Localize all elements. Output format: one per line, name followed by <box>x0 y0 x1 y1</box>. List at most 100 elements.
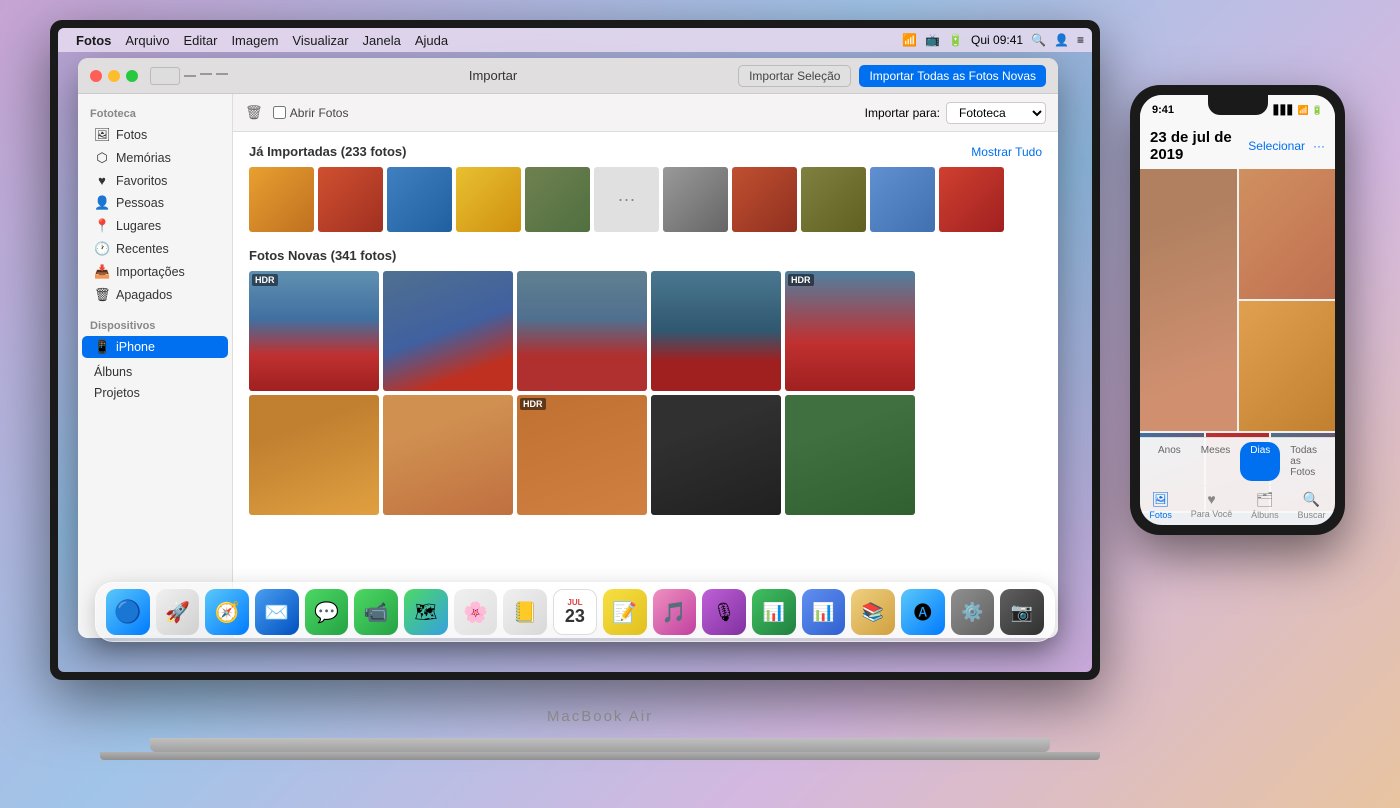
dock-calendar[interactable]: JUL 23 <box>553 589 597 635</box>
close-button[interactable] <box>90 70 102 82</box>
new-photo-3[interactable] <box>517 271 647 391</box>
menu-janela[interactable]: Janela <box>363 33 401 48</box>
iphone-select-button[interactable]: Selecionar <box>1248 139 1305 153</box>
new-photo-5[interactable]: HDR <box>785 271 915 391</box>
dock-ibooks[interactable]: 📚 <box>851 589 895 635</box>
sidebar-item-importacoes[interactable]: 📥 Importações <box>82 261 228 283</box>
new-photo-4[interactable] <box>651 271 781 391</box>
photo-thumb-8[interactable] <box>801 167 866 232</box>
menu-app-name[interactable]: Fotos <box>76 33 111 48</box>
sidebar-item-projetos[interactable]: Projetos <box>82 383 228 403</box>
dock-notes[interactable]: 📝 <box>603 589 647 635</box>
iphone-tab-albuns[interactable]: 🗂 Álbuns <box>1251 491 1279 520</box>
photo-thumb-7[interactable] <box>732 167 797 232</box>
new-photo-10[interactable] <box>785 395 915 515</box>
menu-visualizar[interactable]: Visualizar <box>292 33 348 48</box>
dock-safari[interactable]: 🧭 <box>205 589 249 635</box>
iphone-tab-fotos[interactable]: 🖼 Fotos <box>1149 491 1172 520</box>
import-all-button[interactable]: Importar Todas as Fotos Novas <box>859 65 1046 87</box>
sidebar-item-pessoas[interactable]: 👤 Pessoas <box>82 192 228 214</box>
photo-thumb-5[interactable] <box>525 167 590 232</box>
dock-photos[interactable]: 🌸 <box>454 589 498 635</box>
iphone-sidebar-icon: 📱 <box>94 339 110 355</box>
window-title: Importar <box>248 68 738 83</box>
menu-editar[interactable]: Editar <box>183 33 217 48</box>
photo-thumb-4[interactable] <box>456 167 521 232</box>
sidebar-item-apagados[interactable]: 🗑 Apagados <box>82 284 228 306</box>
sidebar-item-recentes[interactable]: 🕐 Recentes <box>82 238 228 260</box>
trash-icon[interactable]: 🗑 <box>245 104 263 121</box>
iphone-header-actions: Selecionar ··· <box>1248 139 1325 153</box>
sidebar-item-iphone[interactable]: 📱 iPhone <box>82 336 228 358</box>
iphone-tab-paravoc-label: Para Você <box>1191 509 1233 519</box>
hdr-badge-8: HDR <box>520 398 546 410</box>
dock-messages[interactable]: 💬 <box>305 589 349 635</box>
pessoas-icon: 👤 <box>94 195 110 211</box>
open-photos-check[interactable]: Abrir Fotos <box>273 106 349 120</box>
sidebar-item-favoritos[interactable]: ♥ Favoritos <box>82 170 228 191</box>
open-photos-checkbox[interactable] <box>273 106 286 119</box>
show-all-link[interactable]: Mostrar Tudo <box>971 145 1042 159</box>
dock-finder[interactable]: 🔵 <box>106 589 150 635</box>
sidebar-item-fotos[interactable]: 🖼 Fotos <box>82 124 228 146</box>
main-content: Já Importadas (233 fotos) Mostrar Tudo <box>233 132 1058 638</box>
dock-facetime[interactable]: 📹 <box>354 589 398 635</box>
iphone-tab-paravoc[interactable]: ♥ Para Você <box>1191 491 1233 520</box>
iphone-photo-small-1[interactable] <box>1239 169 1336 299</box>
sidebar-section-devices: Dispositivos <box>78 314 232 335</box>
menu-imagem[interactable]: Imagem <box>231 33 278 48</box>
photo-thumb-10[interactable] <box>939 167 1004 232</box>
import-to-dropdown[interactable]: Fototeca <box>946 102 1046 124</box>
sidebar-item-memorias[interactable]: ⬡ Memórias <box>82 147 228 169</box>
hdr-badge-1: HDR <box>252 274 278 286</box>
menu-arquivo[interactable]: Arquivo <box>125 33 169 48</box>
list-icon[interactable]: ≡ <box>1077 33 1084 47</box>
dock-keynote[interactable]: 📊 <box>802 589 846 635</box>
new-photo-2[interactable] <box>383 271 513 391</box>
new-photo-9[interactable] <box>651 395 781 515</box>
sidebar-item-albuns[interactable]: Álbuns <box>82 362 228 382</box>
dock-itunes[interactable]: 🎵 <box>653 589 697 635</box>
photo-thumb-6[interactable] <box>663 167 728 232</box>
dock-launchpad[interactable]: 🚀 <box>156 589 200 635</box>
photo-thumb-9[interactable] <box>870 167 935 232</box>
iphone-tab-fotos-label: Fotos <box>1149 510 1172 520</box>
iphone-more-button[interactable]: ··· <box>1313 139 1325 153</box>
macbook: Fotos Arquivo Editar Imagem Visualizar J… <box>50 20 1150 780</box>
tab-meses[interactable]: Meses <box>1191 442 1240 481</box>
maximize-button[interactable] <box>126 70 138 82</box>
photo-thumb-3[interactable] <box>387 167 452 232</box>
iphone-bottom-tabs: Anos Meses Dias Todas as Fotos 🖼 Fotos ♥… <box>1140 437 1335 525</box>
iphone-paravoc-icon: ♥ <box>1207 491 1215 507</box>
menu-ajuda[interactable]: Ajuda <box>415 33 448 48</box>
tab-dias[interactable]: Dias <box>1240 442 1280 481</box>
new-photo-1[interactable]: HDR <box>249 271 379 391</box>
dock-maps[interactable]: 🗺 <box>404 589 448 635</box>
new-photo-8[interactable]: HDR <box>517 395 647 515</box>
iphone-photo-large[interactable] <box>1140 169 1237 431</box>
user-icon[interactable]: 👤 <box>1054 33 1069 47</box>
iphone-photo-small-2[interactable] <box>1239 301 1336 431</box>
iphone-tab-buscar[interactable]: 🔍 Buscar <box>1298 491 1326 520</box>
tab-anos[interactable]: Anos <box>1148 442 1191 481</box>
photo-thumb-2[interactable] <box>318 167 383 232</box>
airplay-icon: 📺 <box>925 33 940 47</box>
photo-thumb-1[interactable] <box>249 167 314 232</box>
import-selection-button[interactable]: Importar Seleção <box>738 65 851 87</box>
tab-todas[interactable]: Todas as Fotos <box>1280 442 1327 481</box>
search-icon[interactable]: 🔍 <box>1031 33 1046 47</box>
new-photo-7[interactable] <box>383 395 513 515</box>
hdr-badge-5: HDR <box>788 274 814 286</box>
sidebar-item-lugares[interactable]: 📍 Lugares <box>82 215 228 237</box>
dock-camera[interactable]: 📷 <box>1000 589 1044 635</box>
dock-appstore[interactable]: 🅐 <box>901 589 945 635</box>
sidebar-section-library: Fototeca <box>78 102 232 123</box>
dock-systemprefs[interactable]: ⚙️ <box>951 589 995 635</box>
new-photo-6[interactable] <box>249 395 379 515</box>
minimize-button[interactable] <box>108 70 120 82</box>
new-photos-title: Fotos Novas (341 fotos) <box>249 248 396 263</box>
dock-mail[interactable]: ✉️ <box>255 589 299 635</box>
dock-numbers[interactable]: 📊 <box>752 589 796 635</box>
dock-contacts[interactable]: 📒 <box>503 589 547 635</box>
dock-podcasts[interactable]: 🎙 <box>702 589 746 635</box>
